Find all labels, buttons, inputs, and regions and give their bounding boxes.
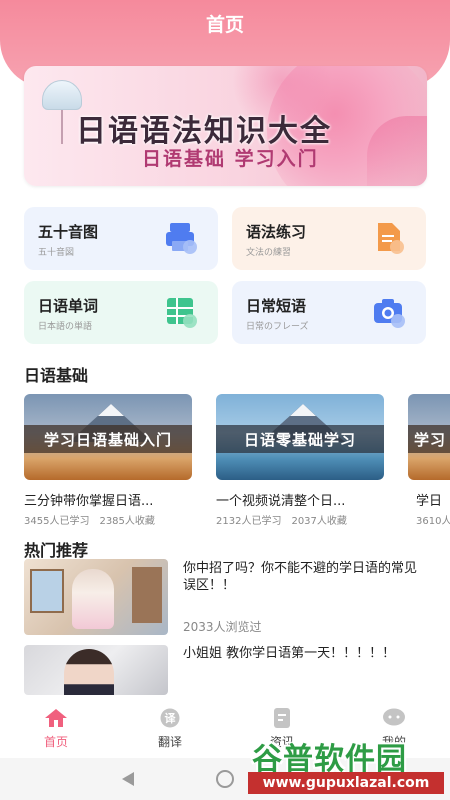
- favorite-count: 2037人收藏: [291, 516, 347, 527]
- section-title-basics: 日语基础: [24, 366, 89, 385]
- wind-chime-string: [61, 110, 63, 144]
- course-stats: 3455人已学习 2385人收藏: [24, 512, 192, 527]
- camera-icon: [374, 299, 405, 328]
- thumbnail-banner-text: 学习日语基础入门: [43, 431, 172, 449]
- chat-icon: [383, 708, 405, 726]
- banner-subtitle: 日语基础 学习入门: [142, 148, 319, 170]
- site-watermark: 谷普软件园 www.gupuxlazal.com: [248, 734, 446, 796]
- recommendation-thumbnail[interactable]: [24, 645, 168, 695]
- course-title: 学日: [416, 494, 443, 509]
- back-icon[interactable]: [122, 772, 134, 786]
- course-stats: 2132人已学习 2037人收藏: [216, 512, 384, 527]
- watermark-url: www.gupuxlazal.com: [248, 772, 444, 794]
- course-card[interactable]: 日语零基础学习 一个视频说清整个日... 2132人已学习 2037人收藏: [216, 394, 384, 527]
- course-card[interactable]: 学习日语基础入门 三分钟带你掌握日语... 3455人已学习 2385人收藏: [24, 394, 192, 527]
- course-thumbnail: 学习: [408, 394, 450, 480]
- grid-icon: [167, 298, 197, 328]
- card-subtitle: 日常のフレーズ: [246, 322, 309, 332]
- favorite-count: 2385人收藏: [99, 516, 155, 527]
- document-icon: [378, 223, 404, 254]
- learner-count: 3610人: [416, 516, 450, 527]
- recommendation-title[interactable]: 你中招了吗？你不能不避的学日语的常见误区！！: [183, 560, 423, 594]
- card-title: 五十音图: [38, 223, 99, 241]
- page-title: 首页: [205, 14, 244, 36]
- card-title: 语法练习: [246, 223, 307, 241]
- course-thumbnail: 学习日语基础入门: [24, 394, 192, 480]
- card-title: 日常短语: [246, 297, 307, 315]
- recommendation-thumbnail[interactable]: [24, 559, 168, 635]
- learner-count: 2132人已学习: [216, 516, 282, 527]
- hero-banner[interactable]: 日语语法知识大全 日语基础 学习入门: [24, 66, 427, 186]
- card-vocabulary[interactable]: 日语单词 日本語の単語: [24, 281, 218, 344]
- section-title-hot: 热门推荐: [24, 541, 89, 560]
- card-grammar-practice[interactable]: 语法练习 文法の練習: [232, 207, 426, 270]
- thumbnail-banner-text: 学习: [414, 431, 447, 449]
- course-title: 三分钟带你掌握日语...: [24, 494, 154, 509]
- tab-home[interactable]: 首页: [16, 708, 96, 750]
- tab-label: 翻译: [157, 735, 182, 749]
- view-count: 2033人浏览过: [183, 620, 262, 634]
- thumbnail-banner-text: 日语零基础学习: [243, 431, 356, 449]
- course-title: 一个视频说清整个日...: [216, 494, 346, 509]
- news-icon: [274, 708, 290, 728]
- card-title: 日语单词: [38, 297, 99, 315]
- home-circle-icon[interactable]: [216, 770, 234, 788]
- home-icon: [45, 709, 67, 727]
- tab-translate[interactable]: 译 翻译: [130, 708, 210, 750]
- course-thumbnail: 日语零基础学习: [216, 394, 384, 480]
- tab-label: 首页: [43, 735, 68, 749]
- translate-icon: 译: [160, 708, 180, 728]
- course-card[interactable]: 学习 学日 3610人: [408, 394, 450, 527]
- card-daily-phrases[interactable]: 日常短语 日常のフレーズ: [232, 281, 426, 344]
- card-gojuon[interactable]: 五十音图 五十音図: [24, 207, 218, 270]
- recommendation-title[interactable]: 小姐姐 教你学日语第一天！！！！！: [183, 645, 423, 662]
- printer-icon: [166, 223, 197, 254]
- learner-count: 3455人已学习: [24, 516, 90, 527]
- course-stats: 3610人: [408, 512, 450, 527]
- svg-text:译: 译: [165, 712, 177, 725]
- card-subtitle: 五十音図: [38, 248, 75, 258]
- card-subtitle: 文法の練習: [246, 248, 292, 258]
- card-subtitle: 日本語の単語: [38, 322, 93, 332]
